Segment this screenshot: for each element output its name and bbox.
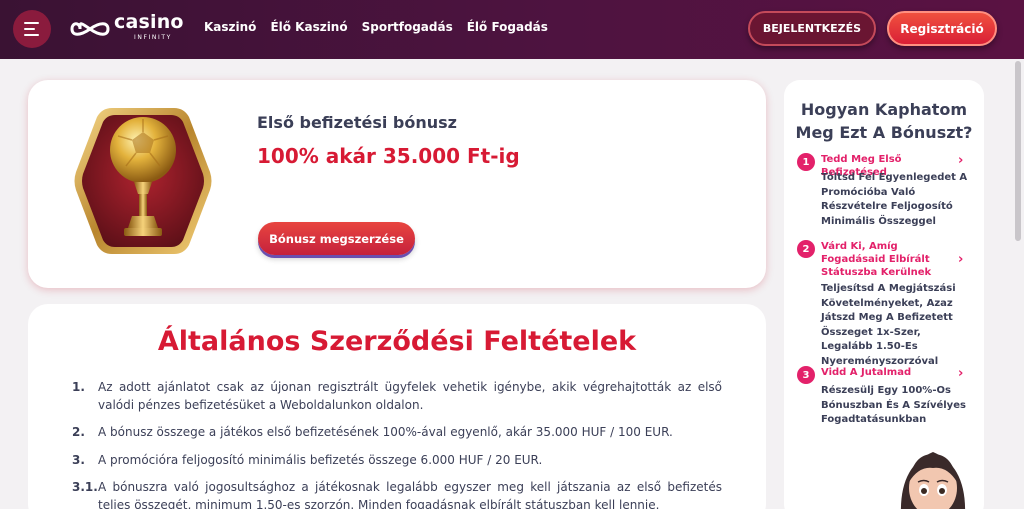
nav-link-live-casino[interactable]: Élő Kaszinó: [270, 20, 347, 34]
step-description: Teljesítsd A Megjátszási Követelményeket…: [821, 283, 956, 367]
terms-and-conditions-card: Általános Szerződési Feltételek 1. Az ad…: [28, 304, 766, 509]
chevron-right-icon[interactable]: ›: [958, 153, 963, 168]
step-description: Töltsd Fel Egyenlegedet A Promócióba Val…: [821, 172, 968, 227]
nav-link-sports-betting[interactable]: Sportfogadás: [362, 20, 453, 34]
terms-item-number: 2.: [72, 425, 85, 439]
step-number-badge: 1: [797, 153, 815, 171]
scrollbar-thumb[interactable]: [1015, 61, 1021, 241]
terms-item: 3.1. A bónuszra való jogosultsághoz a já…: [72, 478, 722, 509]
terms-item-text: A bónusz összege a játékos első befizeté…: [98, 425, 673, 439]
step-description: Részesülj Egy 100%-Os Bónuszban És A Szí…: [821, 385, 966, 425]
bonus-promo-card: Első befizetési bónusz 100% akár 35.000 …: [28, 80, 766, 288]
promo-title: Első befizetési bónusz: [257, 113, 457, 132]
terms-item: 1. Az adott ajánlatot csak az újonan reg…: [72, 378, 722, 414]
terms-item: 3. A promócióra feljogosító minimális be…: [72, 451, 722, 469]
terms-title: Általános Szerződési Feltételek: [157, 326, 637, 357]
terms-item: 2. A bónusz összege a játékos első befiz…: [72, 423, 722, 441]
support-avatar[interactable]: [893, 446, 973, 509]
chevron-right-icon[interactable]: ›: [958, 252, 963, 267]
terms-item-text: Az adott ajánlatot csak az újonan regisz…: [98, 380, 722, 412]
chevron-right-icon[interactable]: ›: [958, 366, 963, 381]
nav-link-casino[interactable]: Kaszinó: [204, 20, 256, 34]
step-number-badge: 2: [797, 240, 815, 258]
terms-item-text: A bónuszra való jogosultsághoz a játékos…: [98, 480, 722, 509]
step-number-badge: 3: [797, 366, 815, 384]
infinity-logo-icon: [70, 22, 110, 36]
register-button[interactable]: Regisztráció: [887, 11, 997, 46]
main-nav: Kaszinó Élő Kaszinó Sportfogadás Élő Fog…: [204, 20, 548, 34]
how-to-get-bonus-sidebar: Hogyan Kaphatom Meg Ezt A Bónuszt? 1 Ted…: [784, 80, 984, 509]
golden-football-trophy-icon: [74, 108, 212, 254]
casino-logo[interactable]: casino INFINITY: [70, 11, 226, 44]
terms-item-text: A promócióra feljogosító minimális befiz…: [98, 453, 543, 467]
step-heading: Vidd A Jutalmad: [821, 367, 912, 378]
step-heading: Várd Ki, Amíg Fogadásaid Elbírált Státus…: [821, 241, 932, 278]
terms-item-number: 1.: [72, 380, 85, 394]
sidebar-title: Hogyan Kaphatom Meg Ezt A Bónuszt?: [795, 100, 973, 142]
terms-item-number: 3.: [72, 453, 85, 467]
page-scrollbar[interactable]: [1012, 59, 1024, 509]
login-button[interactable]: BEJELENTKEZÉS: [748, 11, 876, 46]
claim-bonus-button[interactable]: Bónusz megszerzése: [258, 222, 415, 255]
promo-amount: 100% akár 35.000 Ft-ig: [257, 144, 520, 168]
terms-item-number: 3.1.: [72, 480, 98, 494]
nav-link-live-betting[interactable]: Élő Fogadás: [467, 20, 548, 34]
logo-text: casino: [114, 11, 184, 33]
top-navigation-bar: casino INFINITY Kaszinó Élő Kaszinó Spor…: [0, 0, 1024, 59]
hamburger-menu-icon[interactable]: [13, 10, 51, 48]
logo-subtext: INFINITY: [134, 34, 172, 41]
